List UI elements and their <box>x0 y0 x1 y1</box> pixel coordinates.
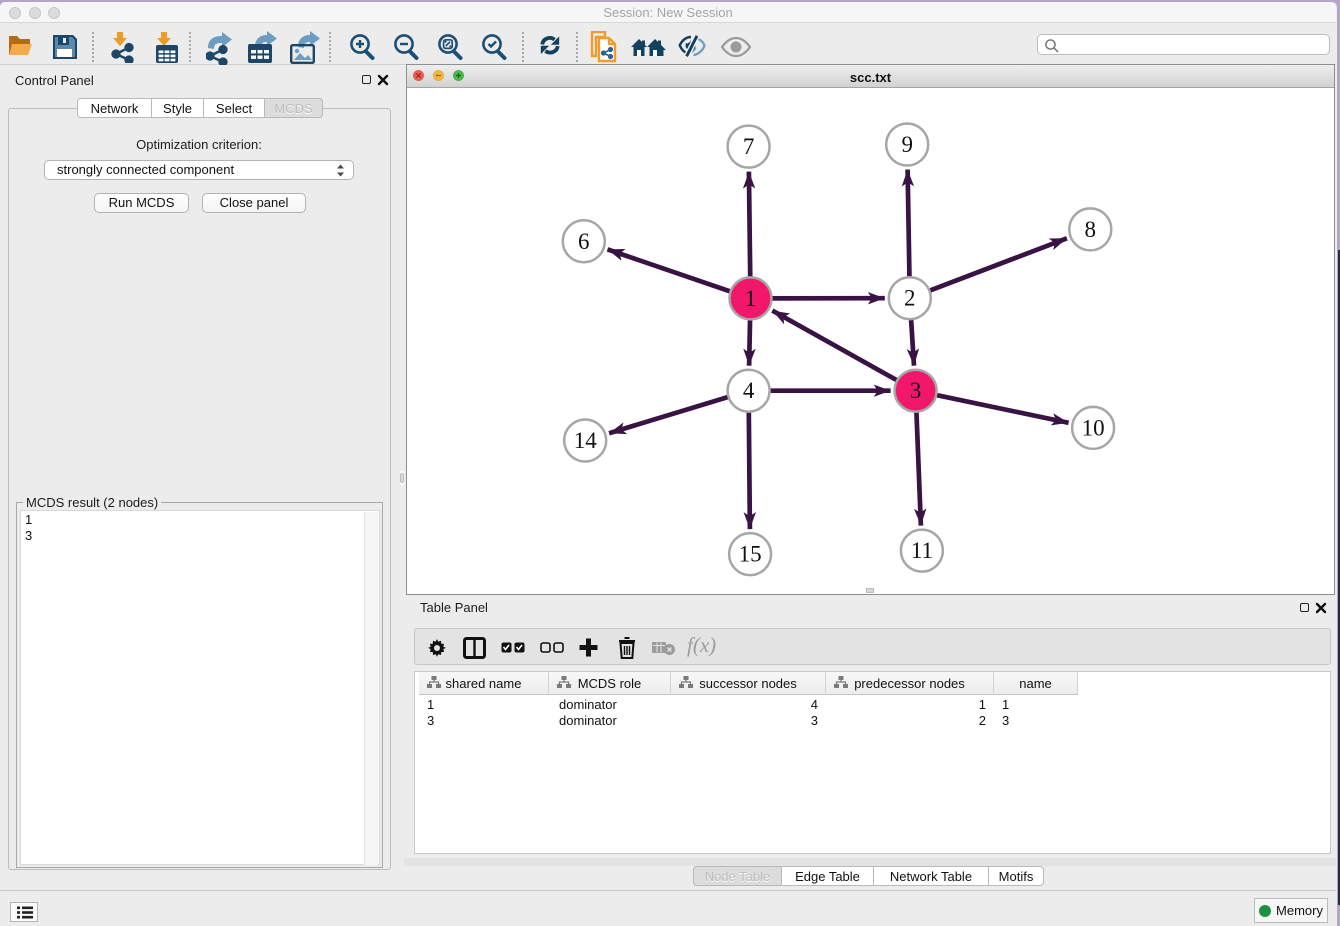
svg-text:10: 10 <box>1082 415 1105 440</box>
svg-text:6: 6 <box>578 229 590 254</box>
svg-text:8: 8 <box>1085 217 1097 242</box>
svg-text:4: 4 <box>743 378 755 403</box>
svg-text:9: 9 <box>901 132 913 157</box>
svg-text:11: 11 <box>911 538 933 563</box>
svg-text:7: 7 <box>743 134 755 159</box>
svg-text:14: 14 <box>574 428 598 453</box>
svg-text:2: 2 <box>904 286 916 311</box>
svg-text:1: 1 <box>745 286 757 311</box>
svg-text:15: 15 <box>739 542 762 567</box>
svg-text:3: 3 <box>910 378 922 403</box>
